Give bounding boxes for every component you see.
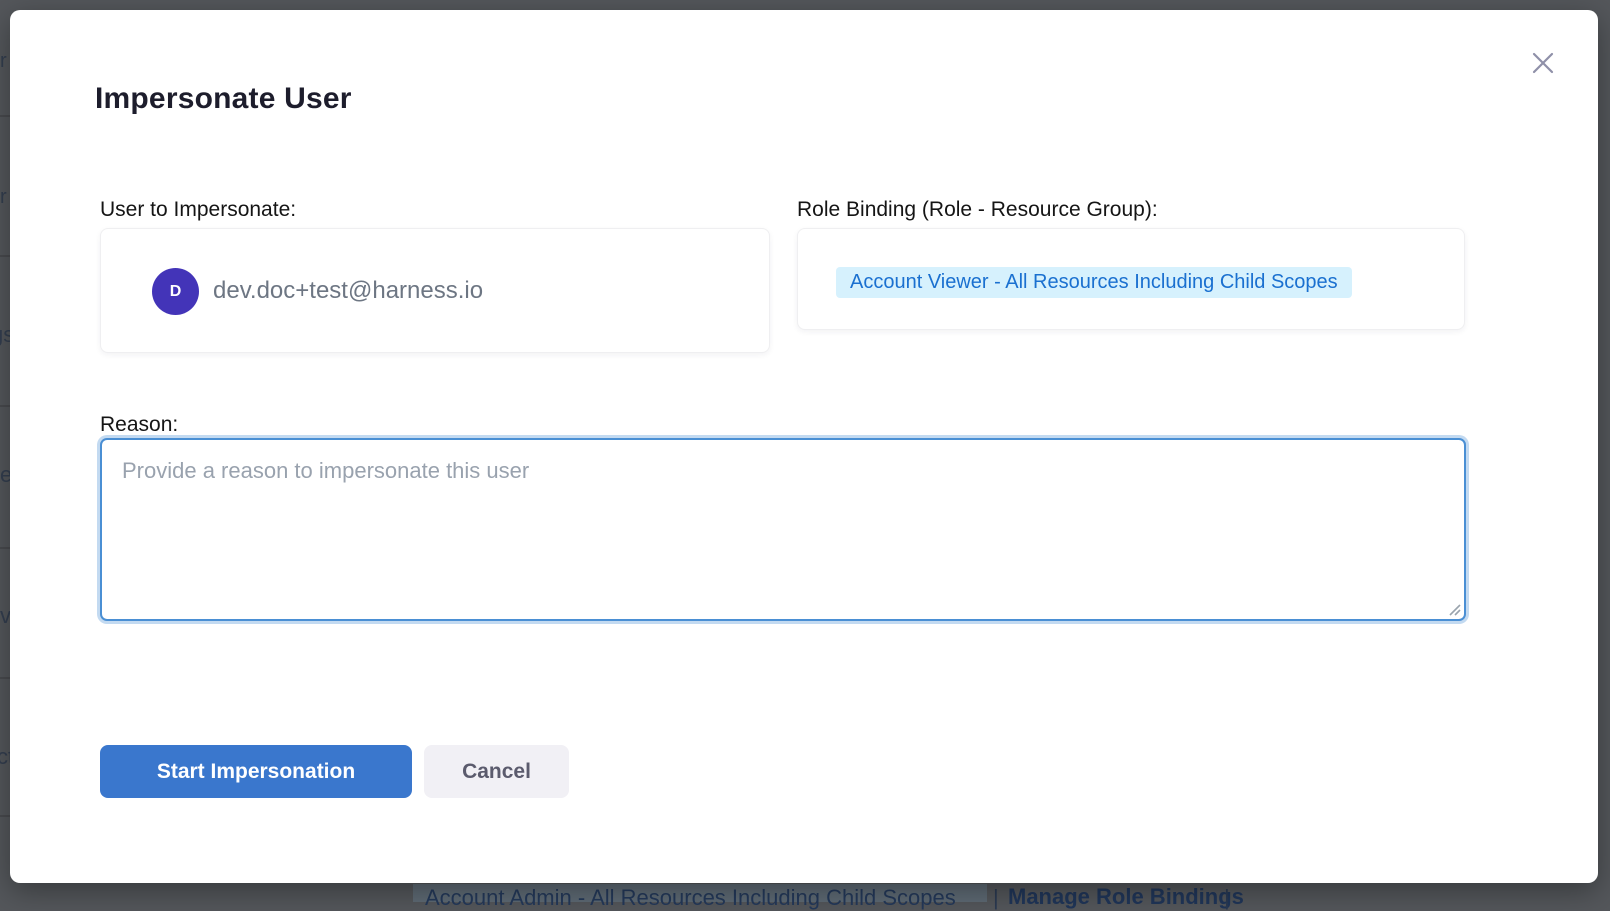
impersonate-user-dialog: Impersonate User User to Impersonate: D … bbox=[10, 10, 1598, 883]
cancel-button[interactable]: Cancel bbox=[424, 745, 569, 798]
user-card: D dev.doc+test@harness.io bbox=[100, 228, 770, 353]
background-role-bindings-row: Account Admin - All Resources Including … bbox=[0, 884, 1610, 902]
close-icon bbox=[1527, 67, 1559, 82]
role-binding-label: Role Binding (Role - Resource Group): bbox=[797, 198, 1158, 222]
background-separator: | bbox=[993, 885, 999, 911]
background-manage-role-bindings-link: Manage Role Bindings bbox=[1008, 884, 1244, 910]
background-role-binding-text: Account Admin - All Resources Including … bbox=[425, 885, 956, 911]
reason-label: Reason: bbox=[100, 413, 178, 437]
background-text-fragment: r bbox=[0, 50, 7, 73]
background-separator: | bbox=[1224, 885, 1230, 911]
reason-field-wrapper bbox=[100, 438, 1466, 621]
role-binding-tag: Account Viewer - All Resources Including… bbox=[836, 267, 1352, 298]
dialog-title: Impersonate User bbox=[95, 82, 352, 116]
user-to-impersonate-label: User to Impersonate: bbox=[100, 198, 296, 222]
start-impersonation-button[interactable]: Start Impersonation bbox=[100, 745, 412, 798]
role-binding-card: Account Viewer - All Resources Including… bbox=[797, 228, 1465, 330]
resize-handle-icon[interactable] bbox=[1447, 602, 1461, 616]
user-avatar: D bbox=[152, 268, 199, 315]
user-email: dev.doc+test@harness.io bbox=[213, 277, 483, 305]
reason-input[interactable] bbox=[100, 438, 1466, 621]
background-text-fragment: r bbox=[0, 186, 7, 209]
close-button[interactable] bbox=[1527, 47, 1559, 79]
